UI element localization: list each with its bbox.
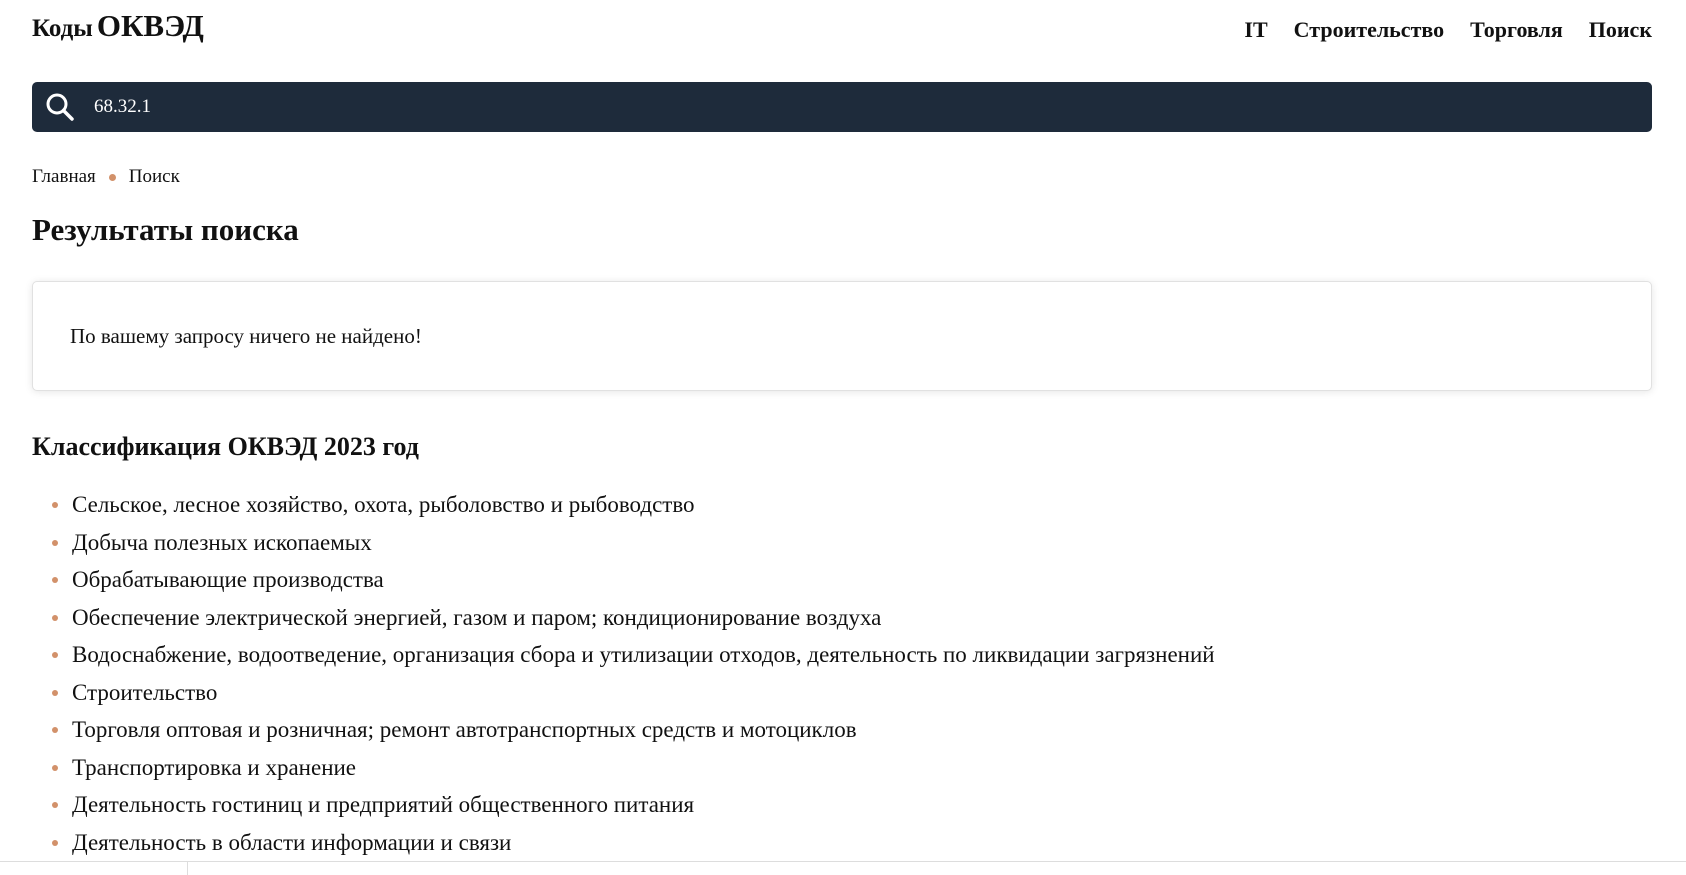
main-nav: IT Строительство Торговля Поиск (1244, 17, 1652, 43)
breadcrumb-home[interactable]: Главная (32, 166, 96, 188)
page: Коды ОКВЭД IT Строительство Торговля Пои… (32, 0, 1652, 855)
breadcrumb-separator (108, 173, 116, 181)
classification-title: Классификация ОКВЭД 2023 год (32, 432, 419, 461)
classification-link[interactable]: Деятельность в области информации и связ… (72, 830, 511, 855)
nav-item-search[interactable]: Поиск (1589, 17, 1652, 43)
nav-item-trade[interactable]: Торговля (1470, 17, 1563, 43)
classification-list: Сельское, лесное хозяйство, охота, рыбол… (32, 486, 1215, 861)
list-item: Деятельность гостиниц и предприятий обще… (32, 786, 1215, 824)
list-item: Деятельность в области информации и связ… (32, 824, 1215, 862)
list-item: Сельское, лесное хозяйство, охота, рыбол… (32, 486, 1215, 524)
list-item: Строительство (32, 674, 1215, 712)
search-input[interactable] (94, 82, 1634, 132)
search-icon[interactable] (44, 91, 76, 123)
list-item: Торговля оптовая и розничная; ремонт авт… (32, 711, 1215, 749)
breadcrumb: Главная Поиск (32, 166, 180, 188)
classification-link[interactable]: Обеспечение электрической энергией, газо… (72, 605, 881, 630)
nav-item-it[interactable]: IT (1244, 17, 1267, 43)
classification-link[interactable]: Обрабатывающие производства (72, 567, 384, 592)
logo-text-part1: Коды (32, 15, 93, 42)
breadcrumb-current: Поиск (128, 166, 180, 187)
no-results-message: По вашему запросу ничего не найдено! (70, 324, 422, 348)
list-item: Обеспечение электрической энергией, газо… (32, 599, 1215, 637)
classification-link[interactable]: Торговля оптовая и розничная; ремонт авт… (72, 717, 857, 742)
search-results-box: По вашему запросу ничего не найдено! (32, 281, 1652, 391)
search-bar (32, 82, 1652, 132)
nav-item-construction[interactable]: Строительство (1294, 17, 1444, 43)
classification-link[interactable]: Добыча полезных ископаемых (72, 530, 372, 555)
site-header: Коды ОКВЭД IT Строительство Торговля Пои… (32, 0, 1652, 82)
list-item: Водоснабжение, водоотведение, организаци… (32, 636, 1215, 674)
classification-link[interactable]: Сельское, лесное хозяйство, охота, рыбол… (72, 492, 695, 517)
page-title: Результаты поиска (32, 212, 299, 247)
logo-text-part2: ОКВЭД (96, 8, 204, 43)
classification-link[interactable]: Транспортировка и хранение (72, 755, 356, 780)
list-item: Транспортировка и хранение (32, 749, 1215, 787)
footer-divider (0, 861, 1686, 862)
list-item: Добыча полезных ископаемых (32, 524, 1215, 562)
site-logo[interactable]: Коды ОКВЭД (32, 8, 204, 44)
classification-link[interactable]: Водоснабжение, водоотведение, организаци… (72, 642, 1215, 667)
classification-link[interactable]: Деятельность гостиниц и предприятий обще… (72, 792, 694, 817)
footer-divider-tick (187, 862, 188, 875)
list-item: Обрабатывающие производства (32, 561, 1215, 599)
classification-link[interactable]: Строительство (72, 680, 217, 705)
